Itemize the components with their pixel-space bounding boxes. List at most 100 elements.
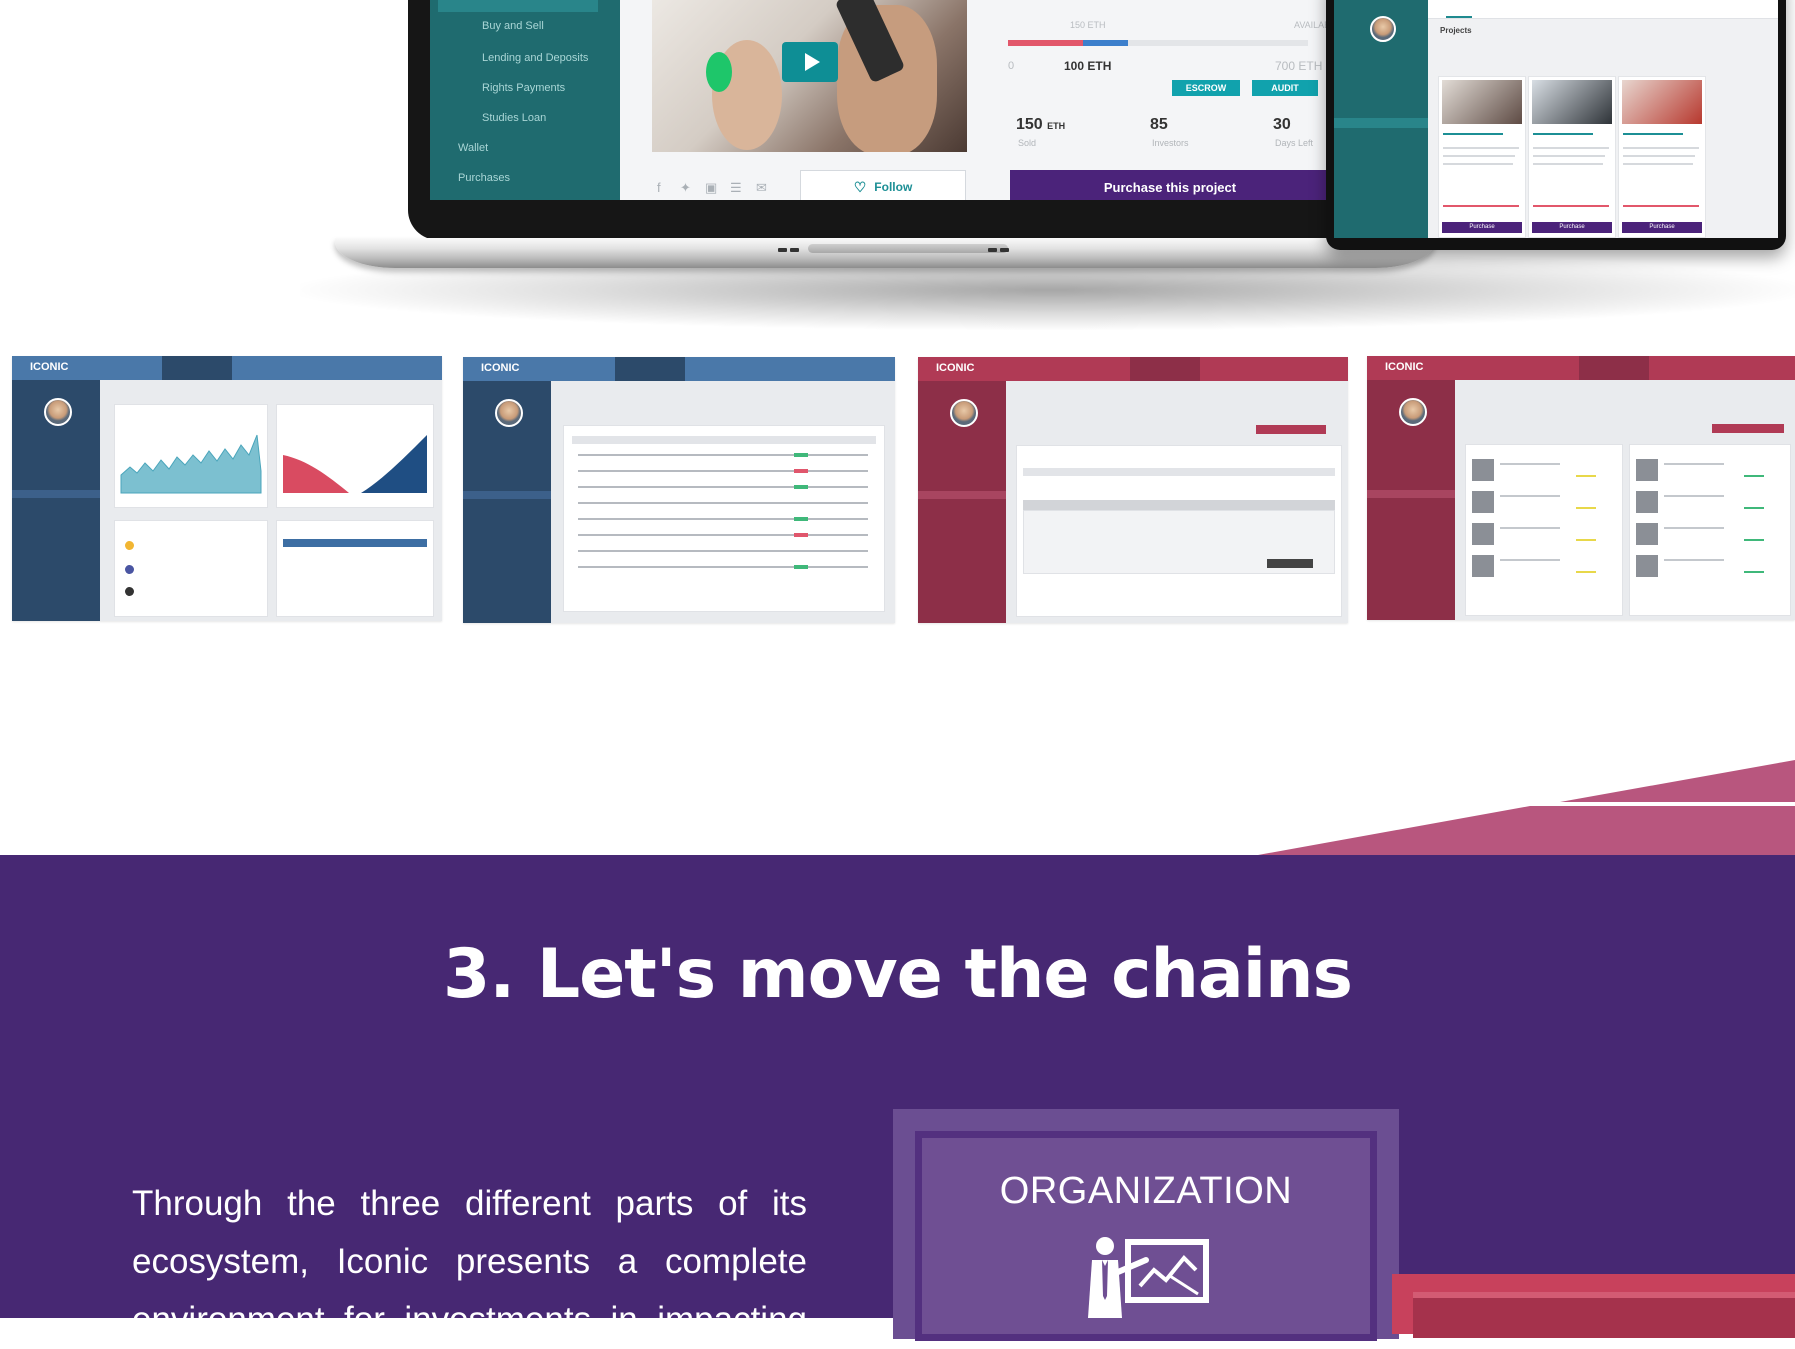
avatar [44, 398, 72, 426]
escrow-fill [1083, 40, 1128, 46]
stat-investors-label: Investors [1152, 138, 1189, 148]
coin-icon [125, 565, 134, 574]
thumb-logo: ICONIC [481, 362, 520, 374]
decor-stripe-bottom [1258, 806, 1795, 855]
facebook-icon[interactable]: f [657, 180, 661, 195]
thumb-active-tab[interactable] [615, 357, 685, 381]
thumb-logo: ICONIC [1385, 361, 1424, 373]
thumb-topbar: ICONIC [1367, 356, 1795, 380]
avatar [495, 399, 523, 427]
project-video[interactable] [652, 0, 967, 152]
thumb-project-list-right [1629, 444, 1791, 616]
avatar [1370, 16, 1396, 42]
avatar [950, 399, 978, 427]
purchase-project-button[interactable]: Purchase this project [1010, 170, 1330, 200]
thumb-sidebar [463, 381, 551, 623]
next-card[interactable] [1413, 1292, 1795, 1338]
card-text-line [1533, 163, 1603, 165]
sidebar-item-wallet[interactable]: Wallet [458, 142, 488, 154]
thumb-sidebar [918, 381, 1006, 623]
thumb-table-header [283, 539, 427, 547]
thumb-sidebar-active [463, 491, 551, 499]
thumb-row-button[interactable] [1267, 559, 1313, 568]
card-text-line [1443, 163, 1513, 165]
bitcoin-icon [125, 541, 134, 550]
laptop-trackpad-notch [808, 244, 1008, 253]
card-text-line [1533, 155, 1605, 157]
card-progress [1623, 205, 1699, 207]
thumbnail-trading-orders[interactable]: ICONIC [463, 357, 895, 623]
thumb-area-chart-panel [114, 404, 268, 508]
thumb-topbar: ICONIC [463, 357, 895, 381]
section-heading: 3. Let's move the chains [443, 935, 1353, 1014]
thumb-orders-table [563, 425, 885, 612]
heart-icon: ♡ [853, 178, 867, 195]
coin-icon [125, 587, 134, 596]
sidebar-item-buy-sell[interactable]: Buy and Sell [482, 20, 544, 32]
project-card-image [1622, 80, 1702, 124]
project-card[interactable]: Purchase [1618, 76, 1706, 238]
card-purchase-button[interactable]: Purchase [1442, 222, 1522, 233]
sidebar-item-lending[interactable]: Lending and Deposits [482, 52, 588, 64]
thumb-table-header [1023, 468, 1335, 476]
green-light [706, 52, 732, 92]
thumbnail-trading-overview[interactable]: ICONIC [12, 356, 442, 621]
sidebar-active-item[interactable] [438, 0, 598, 12]
card-text-line [1623, 147, 1699, 149]
progress-min-label: 0 [1008, 60, 1015, 72]
decor-stripe-top [1560, 760, 1795, 802]
organization-title: ORGANIZATION [999, 1170, 1293, 1212]
card-text-line [1443, 155, 1515, 157]
tablet-sidebar-active[interactable] [1334, 118, 1428, 128]
thumb-active-tab[interactable] [1130, 357, 1200, 381]
stat-days-label: Days Left [1275, 138, 1314, 148]
thumb-table-rows [578, 453, 868, 569]
thumb-new-button[interactable] [1256, 425, 1326, 434]
eth-amount: 100 ETH [1064, 59, 1112, 73]
thumbnail-audit-table[interactable]: ICONIC [918, 357, 1348, 623]
presentation-icon [1088, 1237, 1209, 1318]
tablet-sidebar [1334, 0, 1428, 238]
laptop-port [988, 248, 997, 252]
thumb-sidebar-active [12, 490, 100, 498]
card-purchase-button[interactable]: Purchase [1622, 222, 1702, 233]
section-body-text: Through the three different parts of its… [132, 1184, 807, 1339]
twitter-icon[interactable]: ✦ [680, 180, 691, 196]
project-card-image [1442, 80, 1522, 124]
share-icon[interactable]: ☰ [730, 180, 742, 196]
sidebar-item-purchases[interactable]: Purchases [458, 172, 510, 184]
progress-max-label: 700 ETH [1275, 59, 1323, 73]
card-purchase-button[interactable]: Purchase [1532, 222, 1612, 233]
thumb-sidebar-active [918, 491, 1006, 499]
laptop-port [1000, 248, 1009, 252]
progress-top-label: 150 ETH [1070, 20, 1106, 30]
sidebar-item-studies-loan[interactable]: Studies Loan [482, 112, 546, 124]
thumb-project-list-left [1465, 444, 1623, 616]
project-card[interactable]: Purchase [1438, 76, 1526, 238]
tablet-section-title: Projects [1440, 26, 1472, 35]
card-title-line [1443, 133, 1503, 135]
thumb-sidebar [12, 380, 100, 621]
thumb-topbar: ICONIC [918, 357, 1348, 381]
follow-label: Follow [874, 180, 913, 194]
mail-icon[interactable]: ✉ [756, 180, 767, 196]
tablet-device: Projects Purchase Purchase Purchase [1326, 0, 1786, 250]
audit-button[interactable]: AUDIT [1252, 80, 1318, 96]
thumbnail-audit-projects[interactable]: ICONIC [1367, 356, 1795, 620]
thumb-project-list-items [1472, 459, 1596, 577]
thumb-depth-chart [283, 435, 427, 493]
follow-button[interactable]: ♡ Follow [800, 170, 966, 200]
thumb-active-tab[interactable] [162, 356, 232, 380]
thumb-project-list-items [1636, 459, 1764, 577]
thumb-logo: ICONIC [30, 361, 69, 373]
escrow-button[interactable]: ESCROW [1172, 80, 1240, 96]
card-title-line [1623, 133, 1683, 135]
thumb-logo: ICONIC [936, 362, 975, 374]
project-card[interactable]: Purchase [1528, 76, 1616, 238]
sidebar-item-rights[interactable]: Rights Payments [482, 82, 565, 94]
thumb-table-header [572, 436, 876, 444]
thumb-active-tab[interactable] [1579, 356, 1649, 380]
linkedin-icon[interactable]: ▣ [705, 180, 717, 196]
thumb-new-button[interactable] [1712, 424, 1784, 433]
play-button[interactable] [782, 42, 838, 82]
